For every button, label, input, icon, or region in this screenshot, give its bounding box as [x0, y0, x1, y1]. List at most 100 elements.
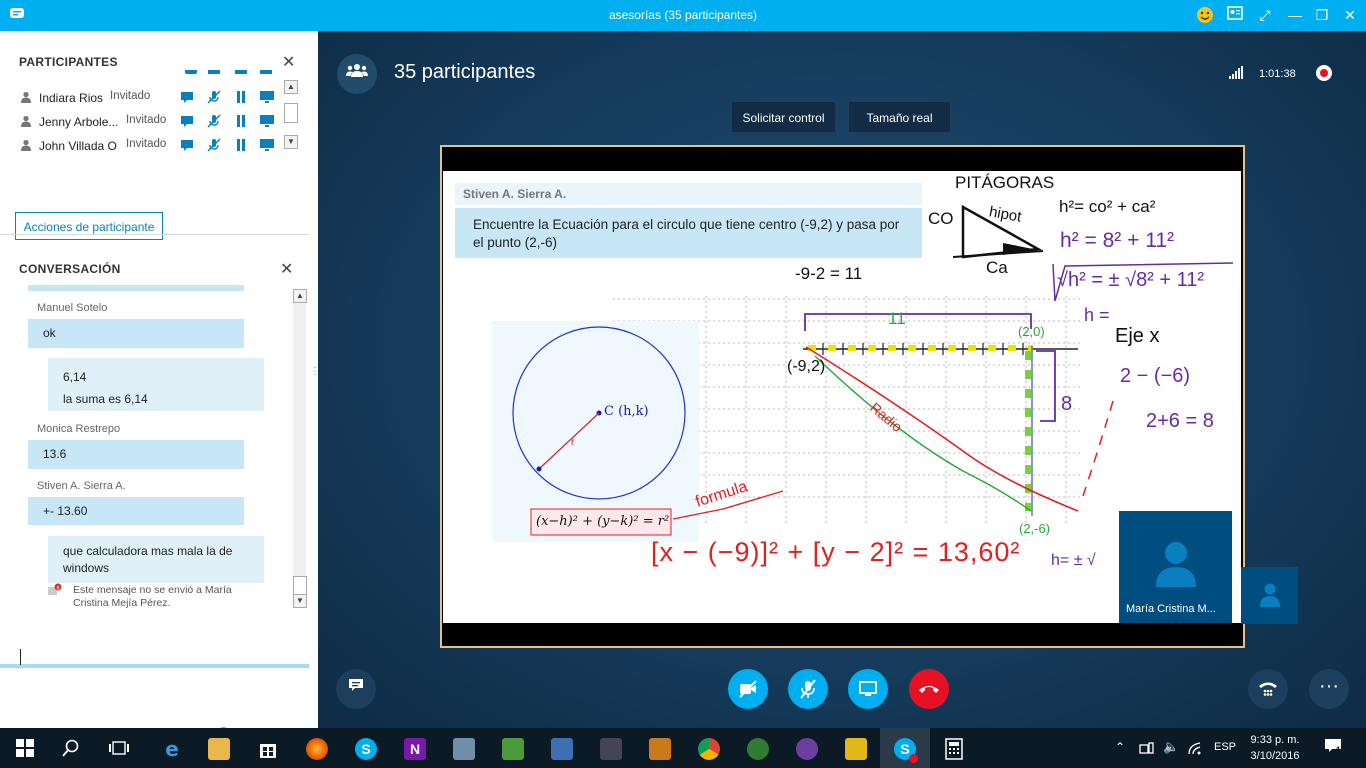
expand-icon[interactable]: ⤢	[1256, 6, 1274, 24]
message-bubble-own: que calculadora mas mala la de windows	[48, 536, 264, 583]
chat-scrollbar-thumb[interactable]	[293, 576, 307, 596]
chat-icon[interactable]	[179, 113, 195, 129]
person-icon	[21, 115, 31, 127]
close-participants-icon[interactable]: ✕	[282, 52, 295, 72]
photos-icon[interactable]	[453, 738, 475, 760]
mic-muted-icon[interactable]	[206, 113, 222, 129]
board-question: Encuentre la Ecuación para el circulo qu…	[473, 216, 899, 252]
radius-label: r	[571, 437, 575, 448]
center-label: C (h,k)	[604, 404, 649, 419]
mic-muted-icon[interactable]	[206, 89, 222, 105]
mic-muted-icon[interactable]	[206, 137, 222, 153]
atom-icon[interactable]	[747, 738, 769, 760]
screen-icon[interactable]	[259, 113, 275, 129]
board-header-name: Stiven A. Sierra A.	[463, 187, 567, 201]
file-explorer-icon[interactable]	[208, 738, 230, 760]
scrollbar-thumb[interactable]	[284, 103, 298, 123]
close-window-icon[interactable]: ✕	[1341, 6, 1359, 24]
hw-ca: Ca	[986, 258, 1008, 277]
chat-icon[interactable]	[179, 89, 195, 105]
avatar	[1260, 583, 1280, 607]
record-icon[interactable]	[1316, 65, 1332, 81]
terminal-app-icon[interactable]	[649, 738, 671, 760]
hw-point-3: (2,-6)	[1019, 521, 1051, 536]
scroll-up-button[interactable]: ▲	[284, 80, 298, 94]
hw-h: h =	[1084, 305, 1110, 325]
onenote-icon[interactable]: N	[404, 738, 426, 760]
message-input[interactable]	[10, 641, 300, 691]
clock-time: 9:33 p. m.	[1250, 734, 1300, 746]
mute-button[interactable]	[788, 669, 828, 709]
window-app-icon[interactable]	[551, 738, 573, 760]
emoticon-icon[interactable]	[1196, 6, 1214, 24]
message-sender: Manuel Sotelo	[37, 302, 108, 314]
participants-title: PARTICIPANTES	[19, 55, 118, 69]
cat-app-icon[interactable]	[796, 738, 818, 760]
hang-up-button[interactable]	[909, 669, 949, 709]
actual-size-button[interactable]: Tamaño real	[848, 101, 951, 133]
message-bubble-own: 6,14 la suma es 6,14	[48, 358, 264, 411]
store-icon[interactable]	[257, 738, 279, 760]
self-video-tile[interactable]: María Cristina M...	[1119, 511, 1232, 623]
hold-icon[interactable]	[233, 89, 249, 105]
participant-row[interactable]: John Villada O Invitado	[20, 137, 280, 157]
skype-taskbar-icon[interactable]: S	[355, 738, 377, 760]
chat-scroll-down-button[interactable]: ▼	[293, 594, 307, 608]
contact-card-icon[interactable]	[1226, 6, 1244, 24]
firefox-icon[interactable]	[306, 738, 328, 760]
show-chat-button[interactable]	[336, 669, 376, 709]
question-line: Encuentre la Ecuación para el circulo qu…	[473, 217, 900, 232]
chrome-icon[interactable]	[698, 738, 720, 760]
close-conversation-icon[interactable]: ✕	[280, 259, 293, 279]
tray-chevron-icon[interactable]: ⌃	[1115, 740, 1125, 754]
participant-row[interactable]: Indiara Rios Invitado	[20, 89, 280, 109]
restore-icon[interactable]: ❐	[1313, 6, 1331, 24]
action-center-icon[interactable]: 4	[1324, 738, 1344, 756]
edge-icon[interactable]: e	[161, 737, 183, 761]
chat-scrollbar-track[interactable]	[293, 303, 306, 593]
search-icon[interactable]	[62, 739, 80, 757]
volume-icon[interactable]: 🔈	[1163, 739, 1179, 755]
participant-actions-button[interactable]: Acciones de participante	[15, 212, 163, 240]
minimize-icon[interactable]: —	[1286, 6, 1304, 24]
screen-icon[interactable]	[259, 89, 275, 105]
hold-icon[interactable]	[233, 113, 249, 129]
scroll-down-button[interactable]: ▼	[284, 135, 298, 149]
signal-quality-icon[interactable]	[1229, 66, 1243, 79]
hw-pitagoras: PITÁGORAS	[955, 173, 1055, 192]
group-icon	[337, 54, 377, 94]
task-view-icon[interactable]	[108, 740, 130, 756]
hold-icon[interactable]	[233, 137, 249, 153]
clock-date: 3/10/2016	[1250, 750, 1300, 762]
participant-name: Indiara Rios	[39, 91, 104, 105]
chart-app-icon[interactable]	[502, 738, 524, 760]
language-indicator[interactable]: ESP	[1214, 741, 1236, 753]
wifi-icon[interactable]	[1187, 741, 1203, 755]
chat-scroll-up-button[interactable]: ▲	[293, 289, 307, 303]
svg-text:x: x	[57, 585, 60, 591]
more-options-button[interactable]: ···	[1309, 669, 1349, 709]
screen-icon[interactable]	[259, 137, 275, 153]
participant-video-tile[interactable]	[1241, 567, 1298, 624]
hw-2-minus-6: 2 − (−6)	[1120, 365, 1191, 387]
network-icon[interactable]	[1139, 741, 1155, 755]
window-title: asesorías (35 participantes)	[608, 8, 758, 22]
message-bubble: +- 13.60	[28, 497, 244, 525]
dial-pad-button[interactable]	[1248, 669, 1288, 709]
participant-row[interactable]: Jenny Arbole... Invitado	[20, 113, 280, 133]
message-sender: Stiven A. Sierra A.	[37, 480, 126, 492]
share-screen-button[interactable]	[848, 669, 888, 709]
lock-app-icon[interactable]	[845, 738, 867, 760]
video-off-button[interactable]	[728, 669, 768, 709]
chat-icon[interactable]	[179, 137, 195, 153]
hw-point-2: (2,0)	[1018, 324, 1045, 339]
center-letter: C	[604, 404, 614, 419]
windows-start-icon[interactable]	[16, 739, 34, 757]
taskbar-clock[interactable]: 9:33 p. m. 3/10/2016	[1247, 732, 1303, 764]
request-control-button[interactable]: Solicitar control	[731, 101, 836, 133]
game-app-icon[interactable]	[600, 738, 622, 760]
panel-resize-handle[interactable]: ⋮	[310, 367, 320, 392]
message-text: windows	[63, 561, 110, 575]
message-text: 13.6	[43, 447, 67, 461]
calculator-icon[interactable]	[943, 738, 965, 760]
